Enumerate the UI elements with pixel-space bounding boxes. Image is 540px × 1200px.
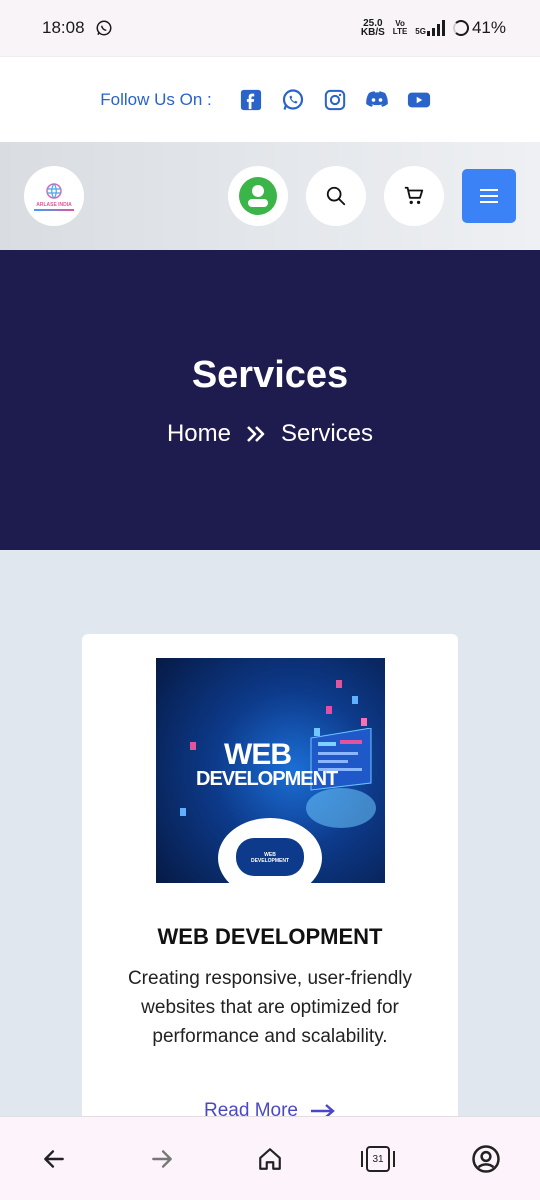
battery-icon xyxy=(452,20,469,36)
account-button[interactable] xyxy=(228,166,288,226)
discord-icon[interactable] xyxy=(365,88,389,112)
whatsapp-icon[interactable] xyxy=(281,88,305,112)
site-logo[interactable]: ARLASE INDIA xyxy=(24,166,84,226)
home-icon xyxy=(259,1148,281,1170)
service-image: WEB DEVELOPMENT WEB DEVELOPMENT xyxy=(156,658,385,883)
status-time: 18:08 xyxy=(42,18,85,37)
status-indicators: 25.0 KB/S Vo LTE 5G 41% xyxy=(361,18,506,38)
search-icon xyxy=(326,186,346,206)
whatsapp-notification-icon xyxy=(96,20,112,36)
hamburger-icon xyxy=(480,189,498,191)
cart-icon xyxy=(404,186,424,205)
home-button[interactable] xyxy=(252,1141,288,1177)
service-description: Creating responsive, user-friendly websi… xyxy=(127,968,413,1047)
network-speed-unit: KB/S xyxy=(360,27,385,38)
browser-bottom-nav: 31 xyxy=(0,1116,540,1200)
tab-count: 31 xyxy=(372,1153,384,1165)
back-button[interactable] xyxy=(36,1141,72,1177)
logo-globe-icon xyxy=(46,182,62,199)
youtube-icon[interactable] xyxy=(407,88,431,112)
page-title: Services xyxy=(191,354,349,396)
logo-underline xyxy=(34,208,74,211)
logo-text: ARLASE INDIA xyxy=(36,201,72,208)
image-badge-inner: WEB DEVELOPMENT xyxy=(236,838,304,876)
network-type: 5G xyxy=(415,27,426,36)
menu-button[interactable] xyxy=(462,169,516,223)
search-button[interactable] xyxy=(306,166,366,226)
breadcrumb-home[interactable]: Home xyxy=(167,420,231,448)
arrow-right-icon xyxy=(152,1150,172,1168)
status-bar: 18:08 25.0 KB/S Vo LTE 5G 41% xyxy=(0,0,540,56)
user-avatar-icon xyxy=(239,177,277,215)
account-circle-icon xyxy=(472,1145,500,1173)
forward-button[interactable] xyxy=(144,1141,180,1177)
breadcrumb: Home Services xyxy=(0,420,540,448)
cart-button[interactable] xyxy=(384,166,444,226)
profile-button[interactable] xyxy=(468,1141,504,1177)
site-header: ARLASE INDIA xyxy=(0,142,540,250)
page-hero: Services Home Services xyxy=(0,250,540,550)
facebook-icon[interactable] xyxy=(239,88,263,112)
image-title-line2: DEVELOPMENT xyxy=(196,768,338,790)
follow-label: Follow Us On : xyxy=(100,89,212,109)
image-badge-line2: DEVELOPMENT xyxy=(250,858,290,864)
arrow-left-icon xyxy=(44,1150,64,1168)
volte-bottom: LTE xyxy=(392,27,408,36)
instagram-icon[interactable] xyxy=(323,88,347,112)
signal-icon: 5G xyxy=(415,20,445,36)
volte-indicator: Vo LTE xyxy=(393,20,408,36)
double-chevron-right-icon xyxy=(247,426,265,442)
service-title: WEB DEVELOPMENT xyxy=(157,924,383,949)
image-title-line1: WEB xyxy=(224,738,292,771)
services-section: WEB DEVELOPMENT WEB DEVELOPMENT WEB DEVE… xyxy=(0,550,540,1154)
battery-level: 41% xyxy=(471,18,506,37)
laptop-glow xyxy=(306,788,376,828)
service-card: WEB DEVELOPMENT WEB DEVELOPMENT WEB DEVE… xyxy=(82,634,458,1154)
image-badge: WEB DEVELOPMENT xyxy=(218,818,322,883)
network-speed: 25.0 KB/S xyxy=(360,19,385,38)
follow-bar: Follow Us On : xyxy=(0,56,540,142)
breadcrumb-current: Services xyxy=(281,420,374,447)
tabs-button[interactable]: 31 xyxy=(360,1141,396,1177)
